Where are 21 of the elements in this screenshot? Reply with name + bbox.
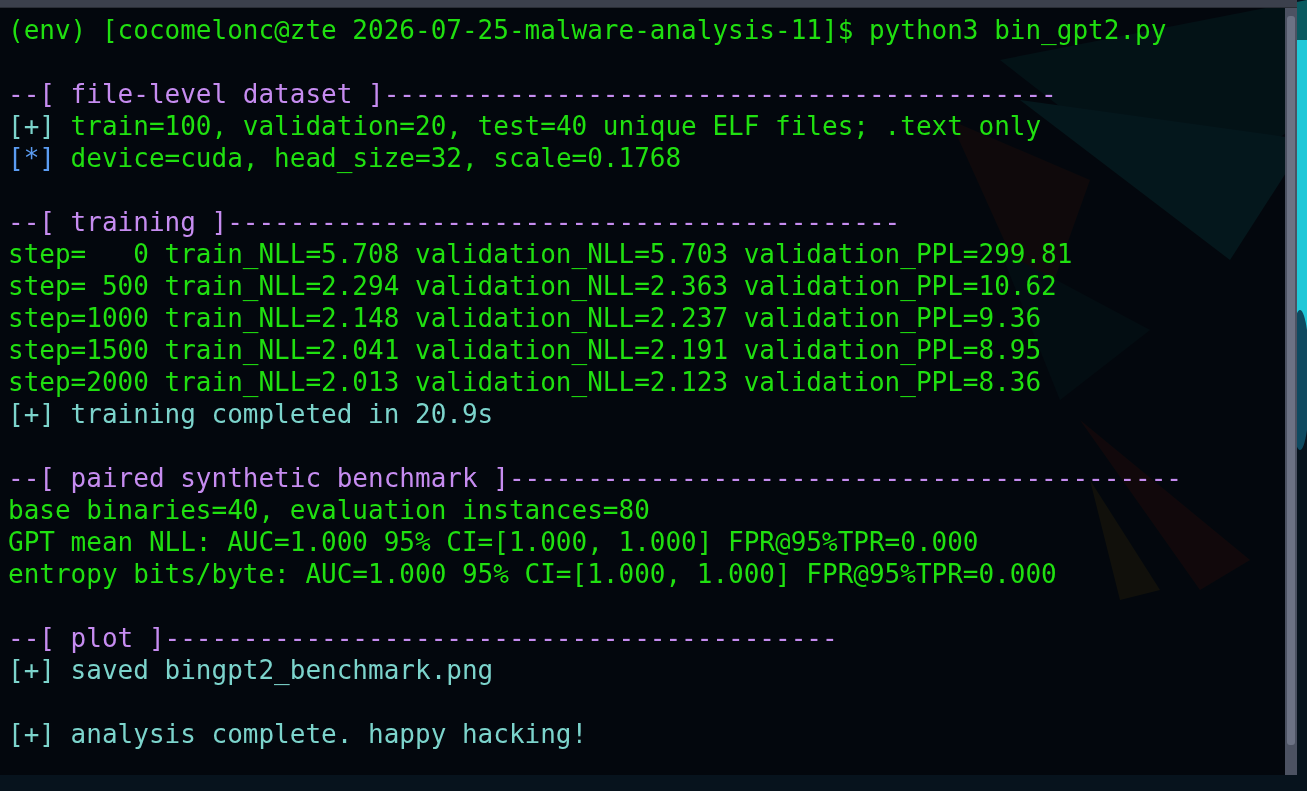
output-text: step= 0 train_NLL=5.708 validation_NLL=5.703 validation_PPL=299.81 <box>8 239 1073 269</box>
status-message: [+] saved bingpt2_benchmark.png <box>8 655 494 685</box>
output-text: device=cuda, head_size=32, scale=0.1768 <box>69 143 682 173</box>
section-heading: --[ file-level dataset ]------------------------------------------- <box>8 79 1057 109</box>
status-message: [+] analysis complete. happy hacking! <box>8 719 588 749</box>
output-text: entropy bits/byte: AUC=1.000 95% CI=[1.000, 1.000] FPR@95%TPR=0.000 <box>8 559 1057 589</box>
output-text: train=100, validation=20, test=40 unique ELF files; .text only <box>69 111 1042 141</box>
output-text: (env) [cocomelonc@zte 2026-07-25-malware-analysis-11]$ python3 bin_gpt2.py <box>8 15 1167 45</box>
output-text: step=2000 train_NLL=2.013 validation_NLL=2.123 validation_PPL=8.36 <box>8 367 1042 397</box>
status-marker: [+] <box>8 111 55 141</box>
section-heading: --[ paired synthetic benchmark ]------------------------------------------- <box>8 463 1182 493</box>
section-heading: --[ training ]------------------------------------------- <box>8 207 901 237</box>
output-text: GPT mean NLL: AUC=1.000 95% CI=[1.000, 1.000] FPR@95%TPR=0.000 <box>8 527 979 557</box>
output-text: base binaries=40, evaluation instances=80 <box>8 495 650 525</box>
scrollbar[interactable] <box>1285 8 1297 775</box>
output-text: step=1500 train_NLL=2.041 validation_NLL=2.191 validation_PPL=8.95 <box>8 335 1042 365</box>
status-message: [+] training completed in 20.9s <box>8 399 494 429</box>
status-marker: [*] <box>8 143 55 173</box>
output-text: step= 500 train_NLL=2.294 validation_NLL=2.363 validation_PPL=10.62 <box>8 271 1057 301</box>
section-heading: --[ plot ]------------------------------------------- <box>8 623 838 653</box>
output-text: step=1000 train_NLL=2.148 validation_NLL=2.237 validation_PPL=9.36 <box>8 303 1042 333</box>
